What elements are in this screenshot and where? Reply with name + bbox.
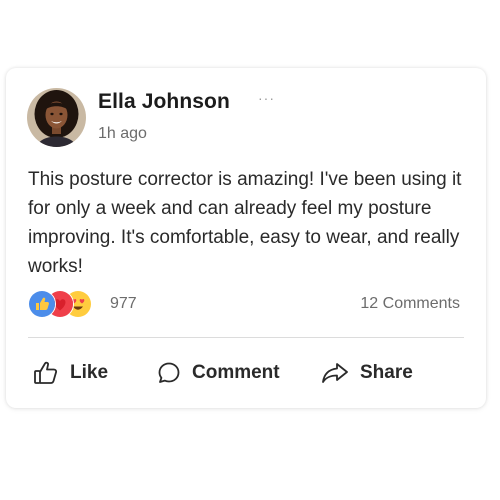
post-text: This posture corrector is amazing! I've … bbox=[28, 169, 462, 277]
share-arrow-icon bbox=[320, 360, 350, 386]
share-label: Share bbox=[360, 362, 413, 383]
more-options-icon[interactable]: ··· bbox=[258, 90, 275, 106]
reaction-icons[interactable] bbox=[28, 290, 104, 318]
divider bbox=[28, 337, 464, 338]
share-button[interactable]: Share bbox=[320, 356, 413, 390]
like-button[interactable]: Like bbox=[32, 356, 108, 390]
author-name[interactable]: Ella Johnson bbox=[98, 90, 230, 114]
thumbs-up-icon bbox=[32, 359, 60, 387]
comment-label: Comment bbox=[192, 362, 280, 383]
like-label: Like bbox=[70, 362, 109, 383]
like-reaction-icon bbox=[28, 290, 56, 318]
avatar[interactable] bbox=[27, 88, 86, 147]
post-card: Ella Johnson ··· 1h ago This posture cor… bbox=[6, 68, 486, 408]
comments-count-link[interactable]: 12 Comments bbox=[360, 295, 460, 313]
comment-bubble-icon bbox=[156, 360, 182, 386]
post-timestamp: 1h ago bbox=[98, 125, 147, 142]
comment-button[interactable]: Comment bbox=[156, 356, 280, 390]
reaction-count[interactable]: 977 bbox=[110, 295, 137, 313]
